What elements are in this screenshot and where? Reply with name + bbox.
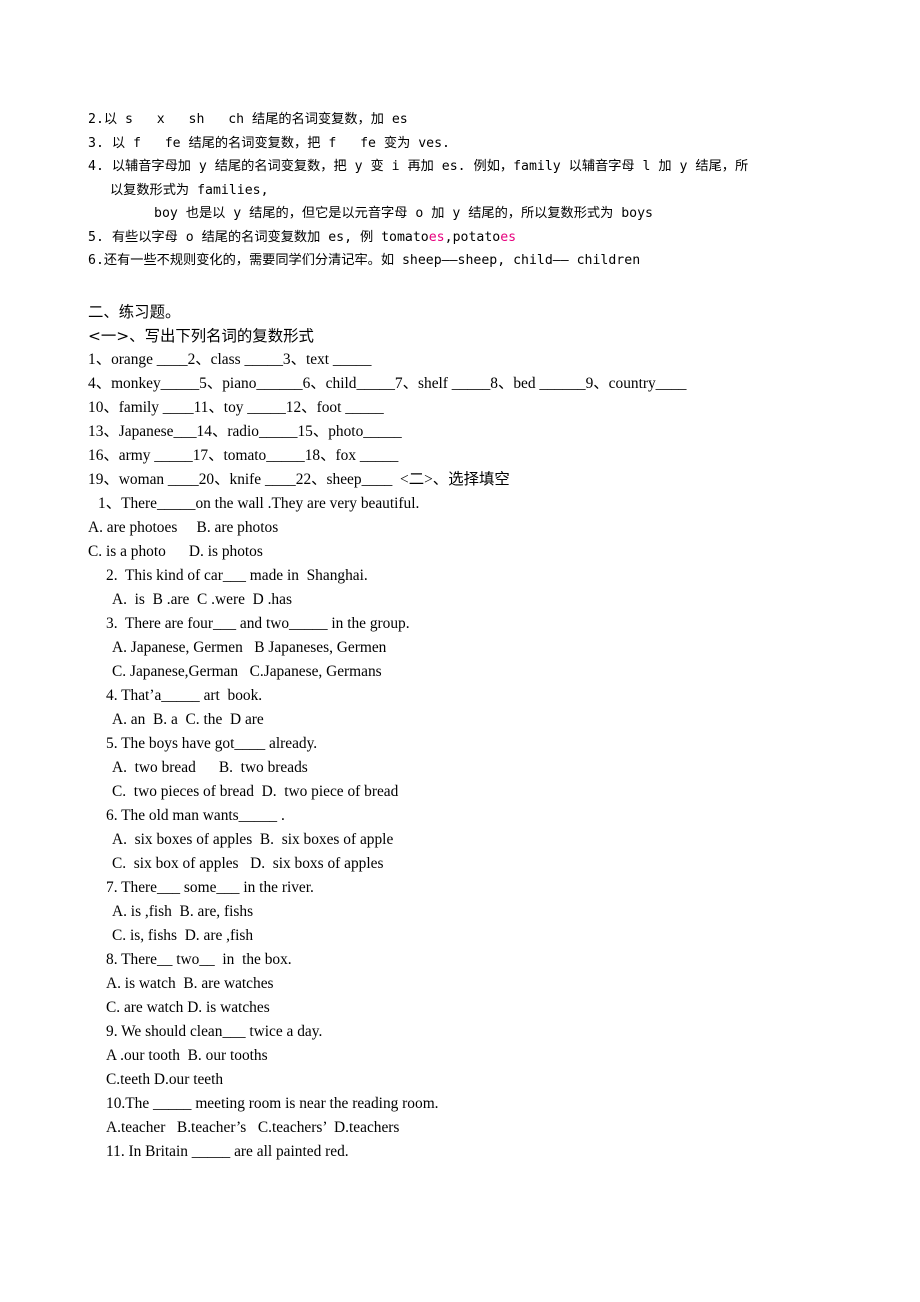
mc-question-9-stem: 9. We should clean___ twice a day.: [106, 1023, 323, 1040]
rules-section: 2.以 s x sh ch 结尾的名词变复数，加 es 3. 以 f fe 结尾…: [88, 108, 868, 273]
fill-in-line-4: 13、Japanese___14、radio_____15、photo_____: [88, 423, 402, 440]
part-one-heading: <一>、写出下列名词的复数形式: [88, 327, 314, 345]
fill-in-line-6: 19、woman ____20、knife ____22、sheep____ <…: [88, 471, 510, 488]
mc-question-1-options-ab: A. are photoes B. are photos: [88, 519, 279, 536]
mc-question-3-stem: 3. There are four___ and two_____ in the…: [106, 615, 410, 632]
mc-question-1-options-cd: C. is a photo D. is photos: [88, 543, 263, 560]
mc-question-10-stem: 10.The _____ meeting room is near the re…: [106, 1095, 439, 1112]
mc-question-5-stem: 5. The boys have got____ already.: [106, 735, 318, 752]
mc-question-8-options-ab: A. is watch B. are watches: [106, 975, 274, 992]
mc-question-4-stem: 4. That’a_____ art book.: [106, 687, 263, 704]
rule-5-text-mid: ,potato: [444, 229, 501, 245]
mc-question-5-options-cd: C. two pieces of bread D. two piece of b…: [112, 783, 399, 800]
mc-question-7-options-ab: A. is ,fish B. are, fishs: [112, 903, 254, 920]
rule-line-6: 6.还有一些不规则变化的，需要同学们分清记牢。如 sheep——sheep, c…: [88, 253, 641, 268]
rule-5-text-start: 5. 有些以字母 o 结尾的名词变复数加 es, 例 tomato: [88, 229, 429, 245]
fill-in-line-2: 4、monkey_____5、piano______6、child_____7、…: [88, 375, 687, 392]
document-page: 2.以 s x sh ch 结尾的名词变复数，加 es 3. 以 f fe 结尾…: [0, 0, 920, 1302]
mc-question-1-stem: 1、There_____on the wall .They are very b…: [98, 495, 420, 512]
rule-line-2: 2.以 s x sh ch 结尾的名词变复数，加 es: [88, 112, 408, 127]
mc-question-3-options-ab: A. Japanese, Germen B Japaneses, Germen: [112, 639, 387, 656]
mc-question-2-options: A. is B .are C .were D .has: [112, 591, 292, 608]
mc-question-9-options-cd: C.teeth D.our teeth: [106, 1071, 224, 1088]
mc-question-11-stem: 11. In Britain _____ are all painted red…: [106, 1143, 349, 1160]
mc-question-6-stem: 6. The old man wants_____ .: [106, 807, 285, 824]
mc-question-7-stem: 7. There___ some___ in the river.: [106, 879, 314, 896]
rule-line-3: 3. 以 f fe 结尾的名词变复数，把 f fe 变为 ves.: [88, 135, 450, 151]
mc-question-4-options: A. an B. a C. the D are: [112, 711, 264, 728]
rule-line-4: 4. 以辅音字母加 y 结尾的名词变复数，把 y 变 i 再加 es. 例如，f…: [88, 159, 749, 174]
fill-in-line-1: 1、orange ____2、class _____3、text _____: [88, 351, 372, 368]
mc-question-6-options-ab: A. six boxes of apples B. six boxes of a…: [112, 831, 394, 848]
rule-line-5: 5. 有些以字母 o 结尾的名词变复数加 es, 例 tomatoes,pota…: [88, 226, 868, 250]
rule-line-4-continuation: 以复数形式为 families,: [110, 182, 269, 198]
mc-question-8-options-cd: C. are watch D. is watches: [106, 999, 270, 1016]
mc-question-7-options-cd: C. is, fishs D. are ,fish: [112, 927, 254, 944]
fill-in-line-5: 16、army _____17、tomato_____18、fox _____: [88, 447, 399, 464]
mc-question-10-options: A.teacher B.teacher’s C.teachers’ D.teac…: [106, 1119, 400, 1136]
rule-5-highlight-es-2: es: [500, 229, 517, 245]
exercises-heading: 二、练习题。: [88, 303, 181, 321]
mc-question-2-stem: 2. This kind of car___ made in Shanghai.: [106, 567, 368, 584]
mc-question-9-options-ab: A .our tooth B. our tooths: [106, 1047, 268, 1064]
mc-question-5-options-ab: A. two bread B. two breads: [112, 759, 308, 776]
mc-question-3-options-cd: C. Japanese,German C.Japanese, Germans: [112, 663, 382, 680]
rule-5-highlight-es-1: es: [428, 229, 445, 245]
mc-question-6-options-cd: C. six box of apples D. six boxs of appl…: [112, 855, 384, 872]
mc-question-8-stem: 8. There__ two__ in the box.: [106, 951, 292, 968]
rule-line-4-boy-note: boy 也是以 y 结尾的，但它是以元音字母 o 加 y 结尾的，所以复数形式为…: [154, 206, 653, 221]
fill-in-line-3: 10、family ____11、toy _____12、foot _____: [88, 399, 384, 416]
exercises-section: 二、练习题。 <一>、写出下列名词的复数形式 1、orange ____2、cl…: [88, 300, 888, 1164]
